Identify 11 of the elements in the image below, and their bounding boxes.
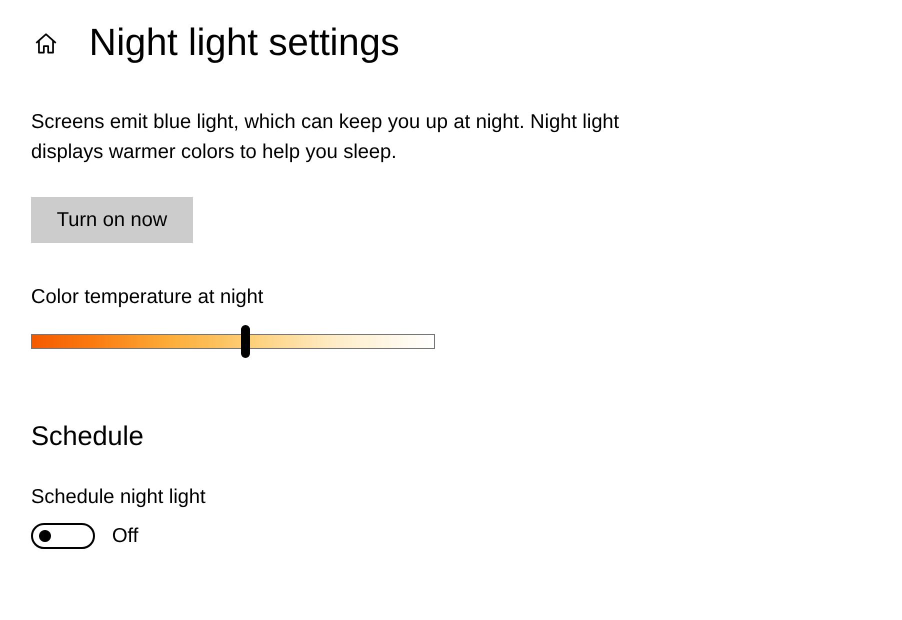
section-heading: Schedule xyxy=(31,421,145,452)
toggle-state-text: Off xyxy=(112,524,138,548)
slider-thumb[interactable] xyxy=(241,325,250,358)
color-temperature-slider[interactable] xyxy=(31,325,435,358)
toggle-switch[interactable] xyxy=(31,523,95,549)
description-text: Screens emit blue light, which can keep you up at night. Night light displays warmer colors to help you sleep. xyxy=(31,110,620,165)
turn-on-now-button[interactable]: Turn on now xyxy=(31,197,193,243)
toggle-label: Schedule night light xyxy=(31,486,207,509)
home-icon[interactable] xyxy=(33,30,59,56)
slider-label: Color temperature at night xyxy=(31,286,264,309)
page-title: Night light settings xyxy=(89,22,400,65)
